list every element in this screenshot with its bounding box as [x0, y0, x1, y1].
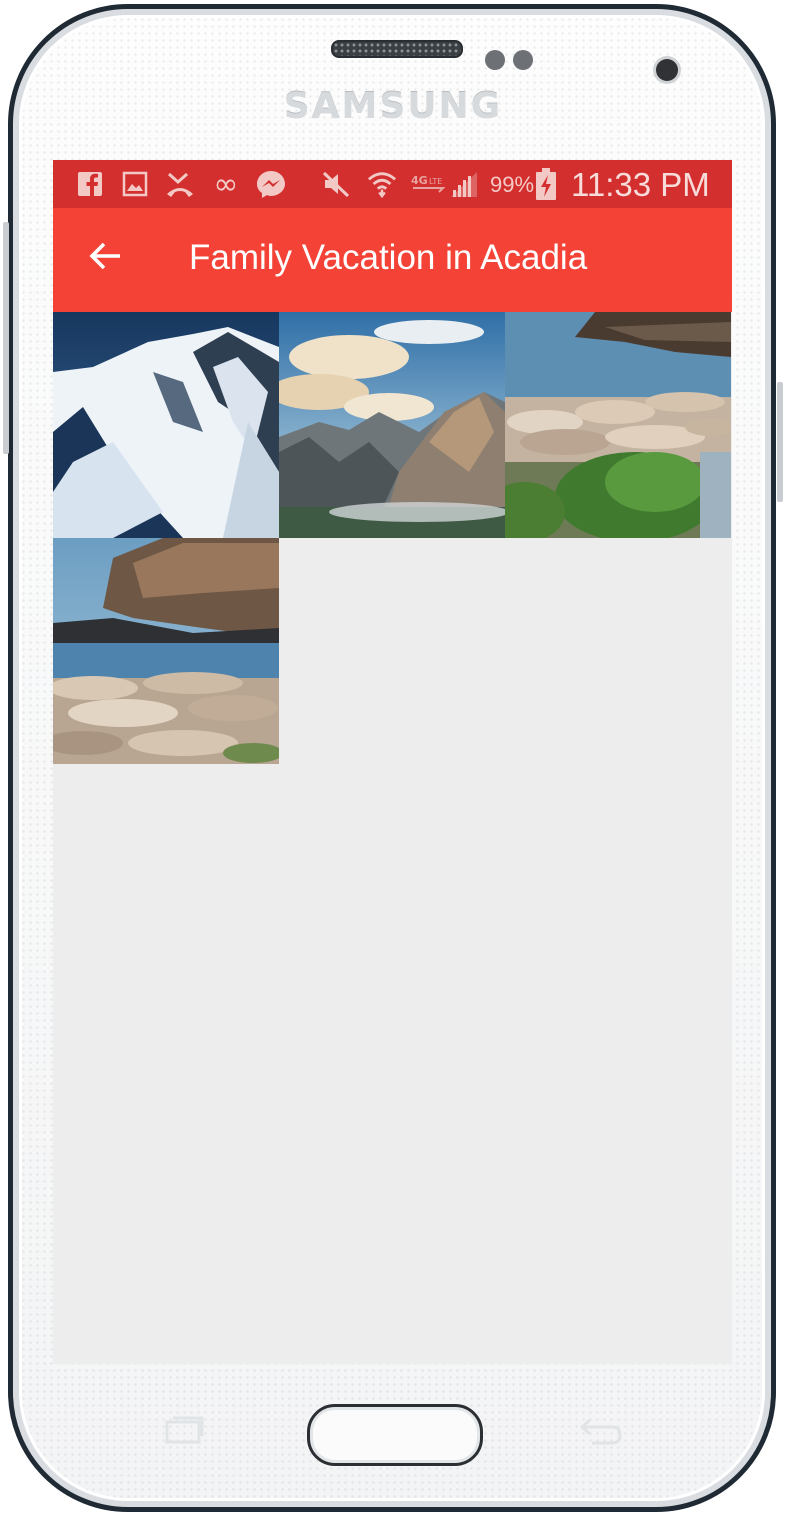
wifi-icon: [367, 168, 397, 200]
status-bar: ∞ 4G LTE 99% 11:33 PM: [53, 160, 732, 208]
page-title: Family Vacation in Acadia: [189, 238, 588, 277]
gallery-icon: [120, 168, 150, 200]
mute-icon: [321, 168, 351, 200]
brand-logo: SAMSUNG: [283, 86, 503, 127]
back-key-icon[interactable]: [578, 1410, 624, 1456]
photo-thumbnail[interactable]: [505, 312, 731, 538]
back-button[interactable]: [77, 228, 133, 284]
svg-text:4G: 4G: [411, 174, 428, 187]
signal-icon: [449, 168, 479, 200]
screen: ∞ 4G LTE 99% 11:33 PM Family Vacation in…: [53, 160, 732, 1364]
battery-percent: 99%: [490, 172, 535, 197]
proximity-sensor: [485, 50, 505, 70]
missed-call-icon: [165, 168, 195, 200]
app-bar: Family Vacation in Acadia: [53, 208, 732, 312]
battery-charging-icon: [533, 168, 559, 200]
photo-thumbnail[interactable]: [279, 312, 505, 538]
power-key: [777, 382, 783, 502]
light-sensor: [513, 50, 533, 70]
status-clock: 11:33 PM: [571, 166, 710, 203]
arrow-back-icon: [89, 242, 120, 270]
photo-thumbnail[interactable]: [53, 312, 279, 538]
front-camera: [656, 59, 678, 81]
home-button[interactable]: [307, 1404, 483, 1466]
photo-thumbnail[interactable]: [53, 538, 279, 764]
svg-text:LTE: LTE: [429, 177, 442, 186]
recent-apps-icon[interactable]: [163, 1410, 205, 1456]
facebook-icon: [75, 168, 105, 200]
lte-icon: 4G LTE: [409, 168, 449, 200]
earpiece-speaker: [331, 40, 463, 58]
volume-key: [3, 222, 9, 454]
messenger-icon: [256, 168, 286, 200]
infinity-icon: ∞: [213, 166, 239, 202]
